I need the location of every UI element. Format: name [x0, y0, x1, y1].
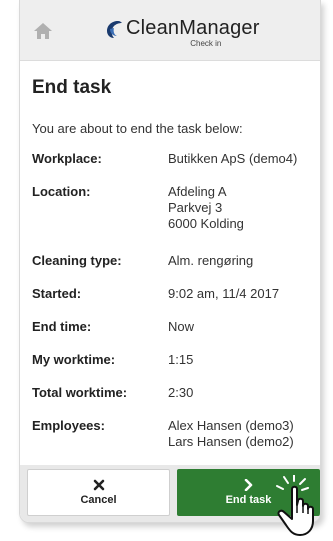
app-header: CleanManager Check in [20, 0, 320, 61]
app-logo: CleanManager Check in [104, 17, 260, 57]
home-button[interactable] [32, 20, 54, 42]
my-worktime-value: 1:15 [168, 352, 194, 367]
workplace-value: Butikken ApS (demo4) [168, 151, 298, 166]
employees-row: Employees: Alex Hansen (demo3) Lars Hans… [32, 418, 320, 450]
page-title: End task [32, 77, 112, 98]
employees-label: Employees: [32, 418, 105, 433]
location-line: Parkvej 3 [168, 200, 223, 215]
home-icon [34, 23, 52, 39]
hand-pointer-icon [276, 475, 314, 536]
started-row: Started: 9:02 am, 11/4 2017 [32, 286, 320, 302]
cleaning-type-row: Cleaning type: Alm. rengøring [32, 253, 320, 269]
total-worktime-row: Total worktime: 2:30 [32, 385, 320, 401]
cleaning-type-label: Cleaning type: [32, 253, 122, 268]
total-worktime-value: 2:30 [168, 385, 194, 400]
cleanmanager-logo-icon [107, 21, 122, 38]
location-line: Afdeling A [168, 184, 227, 199]
end-time-row: End time: Now [32, 319, 320, 335]
cancel-button-label: Cancel [80, 494, 117, 506]
task-content: End task You are about to end the task b… [20, 77, 320, 450]
total-worktime-label: Total worktime: [32, 385, 128, 400]
chevron-right-icon [244, 479, 252, 491]
workplace-row: Workplace: Butikken ApS (demo4) [32, 151, 320, 167]
started-label: Started: [32, 286, 82, 301]
close-icon [93, 479, 104, 491]
intro-text: You are about to end the task below: [32, 121, 243, 136]
end-time-value: Now [168, 319, 195, 334]
end-time-label: End time: [32, 319, 92, 334]
phone-screen: CleanManager Check in End task You are a… [19, 0, 321, 523]
location-label: Location: [32, 184, 91, 199]
brand-name: CleanManager [126, 17, 260, 39]
my-worktime-row: My worktime: 1:15 [32, 352, 320, 368]
brand-subtitle: Check in [190, 39, 222, 48]
employees-value: Alex Hansen (demo3) Lars Hansen (demo2) [168, 418, 294, 450]
location-row: Location: Afdeling A Parkvej 3 6000 Kold… [32, 184, 320, 232]
my-worktime-label: My worktime: [32, 352, 116, 367]
location-line: 6000 Kolding [168, 216, 244, 231]
cancel-button[interactable]: Cancel [27, 469, 170, 516]
end-task-button-label: End task [225, 494, 272, 506]
location-value: Afdeling A Parkvej 3 6000 Kolding [168, 184, 244, 232]
employee-item: Lars Hansen (demo2) [168, 434, 294, 449]
employee-item: Alex Hansen (demo3) [168, 418, 294, 433]
cleaning-type-value: Alm. rengøring [168, 253, 254, 268]
started-value: 9:02 am, 11/4 2017 [168, 286, 280, 301]
workplace-label: Workplace: [32, 151, 102, 166]
